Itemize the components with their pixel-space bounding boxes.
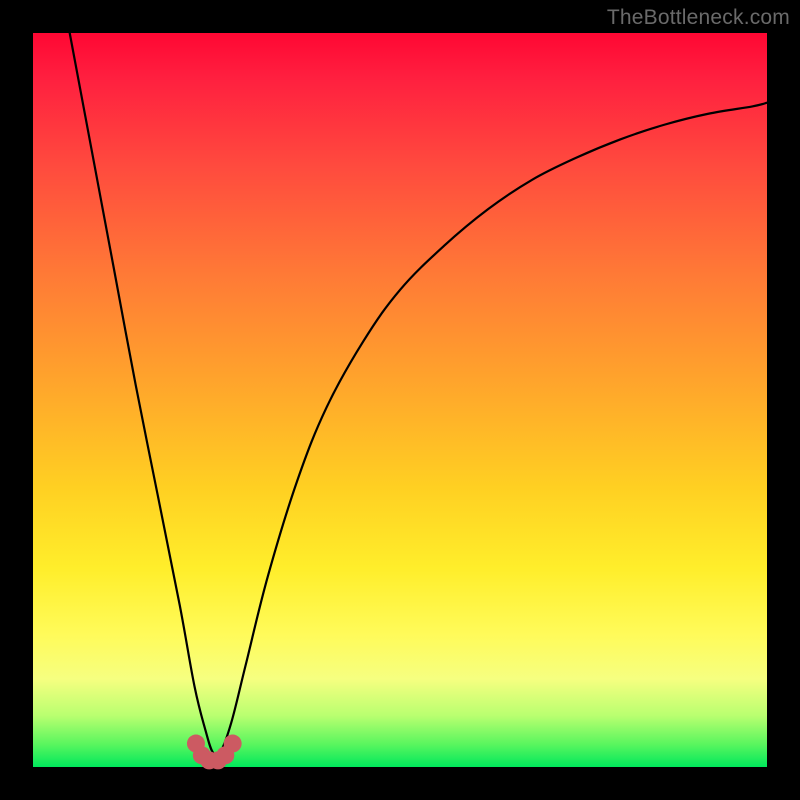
bottleneck-curve [70, 33, 767, 756]
watermark-text: TheBottleneck.com [607, 6, 790, 30]
chart-frame: TheBottleneck.com [0, 0, 800, 800]
chart-plot-area [33, 33, 767, 767]
marker-dot [224, 735, 242, 753]
chart-svg [33, 33, 767, 767]
bottom-marker-cluster [187, 735, 242, 770]
